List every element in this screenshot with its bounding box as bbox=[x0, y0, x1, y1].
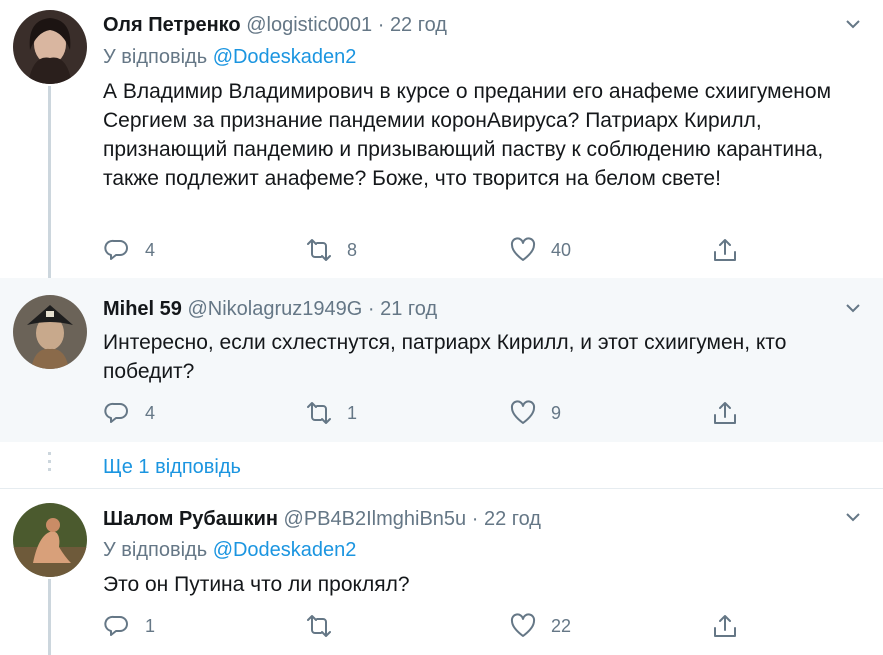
chevron-down-icon[interactable] bbox=[843, 14, 863, 34]
share-button[interactable] bbox=[711, 398, 739, 428]
timestamp[interactable]: 21 год bbox=[380, 298, 437, 320]
reply-context: У відповідь @Dodeskaden2 bbox=[103, 539, 356, 562]
chevron-down-icon[interactable] bbox=[843, 507, 863, 527]
author-handle[interactable]: @Nikolagruz1949G bbox=[187, 298, 362, 320]
avatar[interactable] bbox=[13, 10, 87, 84]
avatar[interactable] bbox=[13, 295, 87, 369]
reply-to-link[interactable]: @Dodeskaden2 bbox=[213, 539, 357, 561]
like-icon bbox=[510, 400, 536, 424]
author-handle[interactable]: @PB4B2IlmghiBn5u bbox=[284, 508, 467, 530]
tweet-header: Оля Петренко @logistic0001 · 22 год bbox=[103, 14, 447, 37]
retweet-count: 1 bbox=[347, 402, 358, 423]
tweet-header: Mihel 59 @Nikolagruz1949G · 21 год bbox=[103, 298, 437, 321]
reply-icon bbox=[104, 402, 128, 423]
tweet[interactable]: Шалом Рубашкин @PB4B2IlmghiBn5u · 22 год… bbox=[0, 489, 883, 655]
show-more-replies-link[interactable]: Ще 1 відповідь bbox=[103, 456, 241, 479]
like-count: 9 bbox=[551, 402, 562, 423]
reply-button[interactable]: 4 bbox=[103, 398, 155, 428]
thread-line bbox=[48, 579, 51, 655]
timestamp[interactable]: 22 год bbox=[484, 508, 541, 530]
retweet-button[interactable]: 1 bbox=[305, 398, 357, 428]
tweet-actions: 4 8 40 bbox=[103, 235, 743, 265]
tweet-actions: 1 22 bbox=[103, 611, 743, 641]
author-handle[interactable]: @logistic0001 bbox=[246, 14, 372, 36]
reply-icon bbox=[104, 615, 128, 636]
separator: · bbox=[471, 508, 479, 530]
reply-count: 1 bbox=[145, 615, 156, 636]
like-icon bbox=[510, 613, 536, 637]
separator: · bbox=[377, 14, 385, 36]
tweet-header: Шалом Рубашкин @PB4B2IlmghiBn5u · 22 год bbox=[103, 508, 541, 531]
reply-prefix: У відповідь bbox=[103, 46, 208, 68]
retweet-icon bbox=[307, 402, 331, 424]
timestamp[interactable]: 22 год bbox=[390, 14, 447, 36]
like-count: 22 bbox=[551, 615, 572, 636]
reply-to-link[interactable]: @Dodeskaden2 bbox=[213, 46, 357, 68]
share-icon bbox=[714, 239, 736, 261]
share-icon bbox=[714, 402, 736, 424]
tweet-actions: 4 1 9 bbox=[103, 398, 743, 428]
reply-prefix: У відповідь bbox=[103, 539, 208, 561]
retweet-button[interactable] bbox=[305, 611, 347, 641]
author-name[interactable]: Mihel 59 bbox=[103, 298, 182, 320]
share-button[interactable] bbox=[711, 611, 739, 641]
thread-line bbox=[48, 86, 51, 278]
tweet[interactable]: Оля Петренко @logistic0001 · 22 год У ві… bbox=[0, 0, 883, 278]
tweet-text: Интересно, если схлестнутся, патриарх Ки… bbox=[103, 331, 787, 383]
like-button[interactable]: 22 bbox=[509, 611, 571, 641]
tweet[interactable]: Mihel 59 @Nikolagruz1949G · 21 год Интер… bbox=[0, 278, 883, 442]
like-icon bbox=[510, 237, 536, 261]
author-name[interactable]: Оля Петренко bbox=[103, 14, 241, 36]
reply-button[interactable]: 1 bbox=[103, 611, 155, 641]
separator: · bbox=[367, 298, 375, 320]
retweet-count: 8 bbox=[347, 239, 358, 260]
like-count: 40 bbox=[551, 239, 572, 260]
retweet-icon bbox=[307, 615, 331, 637]
tweet-text: Это он Путина что ли проклял? bbox=[103, 573, 410, 596]
tweet-text: А Владимир Владимирович в курсе о предан… bbox=[103, 80, 832, 190]
like-button[interactable]: 40 bbox=[509, 235, 571, 265]
share-button[interactable] bbox=[711, 235, 739, 265]
share-icon bbox=[714, 615, 736, 637]
reply-count: 4 bbox=[145, 402, 156, 423]
reply-context: У відповідь @Dodeskaden2 bbox=[103, 46, 356, 69]
like-button[interactable]: 9 bbox=[509, 398, 561, 428]
reply-button[interactable]: 4 bbox=[103, 235, 155, 265]
retweet-icon bbox=[307, 239, 331, 261]
retweet-button[interactable]: 8 bbox=[305, 235, 357, 265]
avatar[interactable] bbox=[13, 503, 87, 577]
thread-dots bbox=[48, 452, 51, 476]
reply-icon bbox=[104, 239, 128, 260]
author-name[interactable]: Шалом Рубашкин bbox=[103, 508, 278, 530]
reply-count: 4 bbox=[145, 239, 156, 260]
chevron-down-icon[interactable] bbox=[843, 298, 863, 318]
